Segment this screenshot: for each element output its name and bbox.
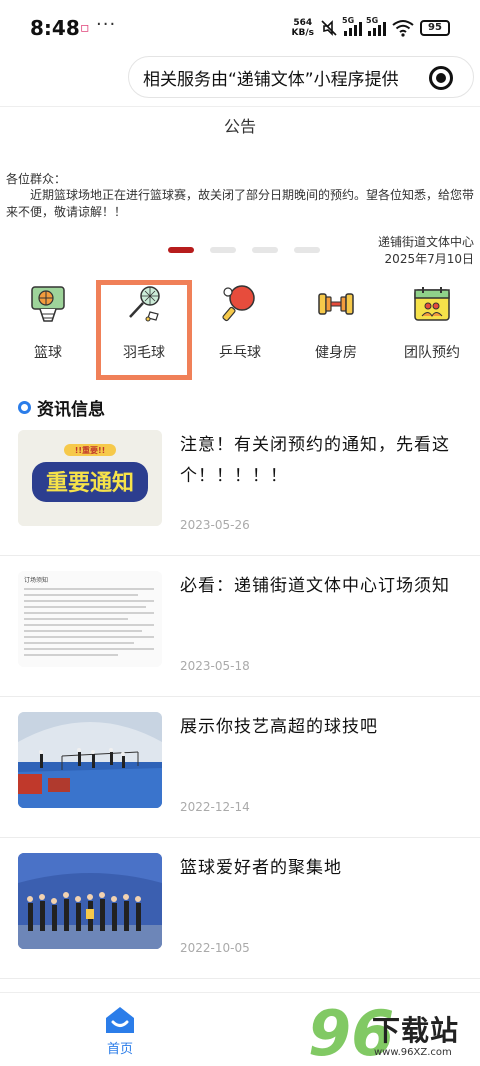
news-title: 展示你技艺高超的球技吧 xyxy=(180,717,378,737)
notice-greeting: 各位群众： xyxy=(6,172,67,186)
watermark-url: www.96XZ.com xyxy=(374,1047,452,1058)
category-grid: 篮球 羽毛球 乒乓球 健身房 团队预约 xyxy=(0,280,480,380)
news-thumbnail: 订场须知 xyxy=(18,571,162,667)
team-calendar-icon xyxy=(414,287,450,321)
category-gym[interactable]: 健身房 xyxy=(288,280,384,380)
mini-program-target-icon[interactable] xyxy=(429,66,453,90)
category-badminton[interactable]: 羽毛球 xyxy=(96,280,192,380)
carousel-dot[interactable] xyxy=(294,247,320,253)
table-tennis-icon xyxy=(222,285,255,322)
more-notifications-icon: ··· xyxy=(96,14,117,35)
news-title: 必看：递铺街道文体中心订场须知 xyxy=(180,576,450,596)
news-date: 2023-05-18 xyxy=(180,659,250,673)
carousel-dot[interactable] xyxy=(210,247,236,253)
news-thumbnail xyxy=(18,712,162,808)
badminton-court-photo xyxy=(18,712,162,808)
category-label: 篮球 xyxy=(34,345,62,361)
home-icon xyxy=(106,1007,134,1033)
news-title: 注意！有关闭预约的通知，先看这个！！！！！ xyxy=(180,435,450,486)
network-type-1: 5G xyxy=(342,16,355,25)
news-thumbnail xyxy=(18,853,162,949)
news-item[interactable]: !!重要!! 重要通知 注意！有关闭预约的通知，先看这个！！！！！ 2023-0… xyxy=(0,418,480,556)
wifi-icon xyxy=(392,20,414,37)
header-divider xyxy=(0,106,480,107)
svg-text:!!重要!!: !!重要!! xyxy=(75,445,106,455)
news-date: 2022-10-05 xyxy=(180,941,250,955)
status-time: 8:48 xyxy=(30,16,80,40)
notice-title: 公告 xyxy=(223,117,256,136)
notice-body: 近期篮球场地正在进行篮球赛，故关闭了部分日期晚间的预约。望各位知悉，给您带来不便… xyxy=(6,188,475,219)
category-label: 羽毛球 xyxy=(123,345,165,361)
important-notice-image: !!重要!! 重要通知 xyxy=(18,430,162,526)
basketball-hoop-icon xyxy=(31,286,65,322)
notice-date: 2025年7月10日 xyxy=(384,252,474,266)
category-team-booking[interactable]: 团队预约 xyxy=(384,280,480,380)
status-right: 564 KB/s 5G 5G 95 xyxy=(292,16,450,38)
status-bar: 8:48 ▫ ··· 564 KB/s 5G 5G 95 xyxy=(0,0,480,56)
battery-indicator: 95 xyxy=(420,20,450,36)
site-watermark-logo: 96 下载站 www.96XZ.com xyxy=(308,997,478,1066)
news-date: 2022-12-14 xyxy=(180,800,250,814)
tab-home-label: 首页 xyxy=(106,1042,133,1057)
net-speed: 564 KB/s xyxy=(292,18,314,38)
svg-text:重要通知: 重要通知 xyxy=(46,470,134,496)
mute-icon xyxy=(321,20,337,36)
category-table-tennis[interactable]: 乒乓球 xyxy=(192,280,288,380)
category-label: 乒乓球 xyxy=(219,345,261,361)
notification-icon: ▫ xyxy=(80,20,90,36)
service-provider-banner[interactable]: 相关服务由“递铺文体”小程序提供 xyxy=(128,56,474,98)
tab-home[interactable]: 首页 xyxy=(92,1005,148,1057)
category-label: 团队预约 xyxy=(404,345,460,361)
news-item[interactable]: 展示你技艺高超的球技吧 2022-12-14 xyxy=(0,700,480,838)
section-title: 资讯信息 xyxy=(37,400,105,420)
svg-text:订场须知: 订场须知 xyxy=(24,576,48,584)
booking-rules-document-image: 订场须知 xyxy=(18,571,162,667)
section-ring-icon xyxy=(18,401,31,414)
watermark-text: 下载站 xyxy=(372,1014,460,1047)
news-title: 篮球爱好者的聚集地 xyxy=(180,858,342,878)
notice-organization: 递铺街道文体中心 xyxy=(377,235,474,249)
category-basketball[interactable]: 篮球 xyxy=(0,280,96,380)
carousel-indicator[interactable] xyxy=(168,247,320,253)
network-type-2: 5G xyxy=(366,16,379,25)
net-speed-unit: KB/s xyxy=(291,28,314,38)
signal-icon-1: 5G xyxy=(342,16,362,36)
signal-icon-2: 5G xyxy=(366,16,386,36)
news-item[interactable]: 篮球爱好者的聚集地 2022-10-05 xyxy=(0,841,480,979)
carousel-dot[interactable] xyxy=(168,247,194,253)
net-speed-value: 564 xyxy=(293,18,313,28)
news-date: 2023-05-26 xyxy=(180,518,250,532)
carousel-dot[interactable] xyxy=(252,247,278,253)
banner-text: 相关服务由“递铺文体”小程序提供 xyxy=(143,69,399,90)
badminton-icon xyxy=(129,286,160,322)
basketball-group-photo xyxy=(18,853,162,949)
news-item[interactable]: 订场须知 必看：递铺街道文体中心订场须知 2023-05-18 xyxy=(0,559,480,697)
news-section-header: 资讯信息 xyxy=(18,395,105,420)
dumbbell-icon xyxy=(318,293,354,315)
category-label: 健身房 xyxy=(315,345,357,361)
news-thumbnail: !!重要!! 重要通知 xyxy=(18,430,162,526)
